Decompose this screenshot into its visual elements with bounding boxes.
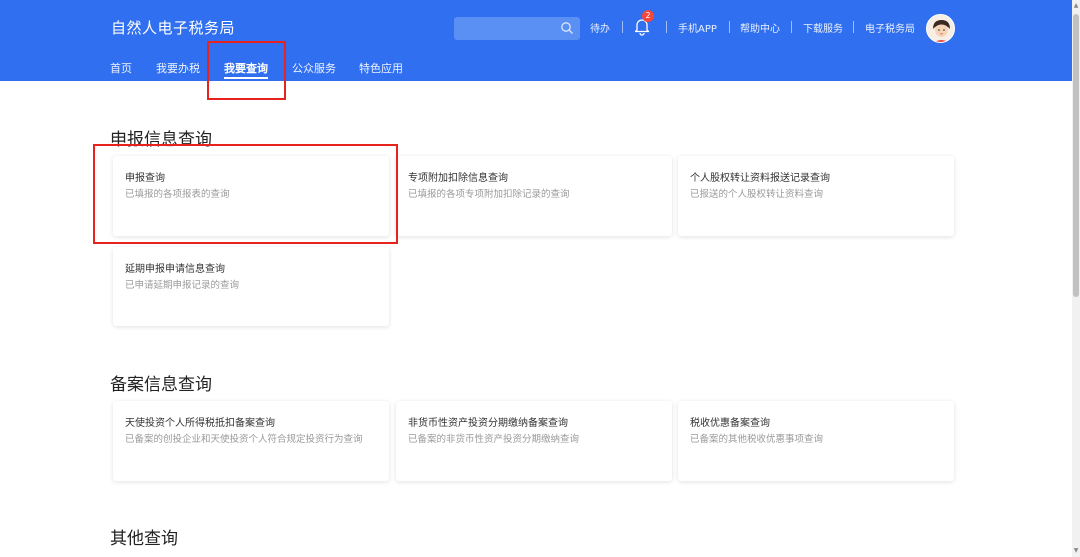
- page: { "header": { "site_title": "自然人电子税务局", …: [0, 0, 1080, 557]
- e-tax-bureau-link[interactable]: 电子税务局: [865, 20, 915, 35]
- card-desc: 已填报的各项专项附加扣除记录的查询: [408, 189, 570, 200]
- card-title: 天使投资个人所得税抵扣备案查询: [125, 418, 275, 429]
- card-tax-incentive-query[interactable]: 税收优惠备案查询 已备案的其他税收优惠事项查询: [678, 401, 954, 481]
- top-header: 自然人电子税务局 待办 2 手机APP 帮助中心 下载服务 电子税务局 首页 我…: [0, 0, 1072, 81]
- card-desc: 已备案的非货币性资产投资分期缴纳查询: [408, 434, 580, 445]
- card-title: 税收优惠备案查询: [690, 418, 770, 429]
- card-deferred-declaration-query[interactable]: 延期申报申请信息查询 已申请延期申报记录的查询: [113, 247, 389, 326]
- card-desc: 已申请延期申报记录的查询: [125, 280, 240, 291]
- pending-link[interactable]: 待办: [590, 20, 610, 35]
- divider: [791, 21, 792, 33]
- divider: [666, 21, 667, 33]
- card-desc: 已备案的创投企业和天使投资个人符合规定投资行为查询: [125, 434, 363, 445]
- notification-badge: 2: [642, 10, 654, 22]
- nav-featured-apps[interactable]: 特色应用: [359, 60, 403, 76]
- divider: [622, 21, 623, 33]
- nav-highlight-box: [207, 41, 286, 100]
- nav-home[interactable]: 首页: [110, 60, 132, 76]
- nav-public-service[interactable]: 公众服务: [292, 60, 336, 76]
- card-desc: 已备案的其他税收优惠事项查询: [690, 434, 824, 445]
- help-center-link[interactable]: 帮助中心: [740, 20, 780, 35]
- scroll-thumb[interactable]: [1073, 14, 1079, 297]
- card-title: 专项附加扣除信息查询: [408, 173, 508, 184]
- site-title[interactable]: 自然人电子税务局: [111, 17, 235, 38]
- card-angel-investment-query[interactable]: 天使投资个人所得税抵扣备案查询 已备案的创投企业和天使投资个人符合规定投资行为查…: [113, 401, 389, 481]
- user-avatar-icon: [927, 15, 954, 42]
- section-title-other: 其他查询: [110, 529, 178, 549]
- avatar[interactable]: [926, 14, 955, 43]
- card-title: 个人股权转让资料报送记录查询: [690, 173, 830, 184]
- divider: [729, 21, 730, 33]
- card-title: 非货币性资产投资分期缴纳备案查询: [408, 418, 568, 429]
- search-input[interactable]: [454, 17, 580, 40]
- card-special-deduction-query[interactable]: 专项附加扣除信息查询 已填报的各项专项附加扣除记录的查询: [396, 156, 672, 236]
- divider: [853, 21, 854, 33]
- card-equity-transfer-query[interactable]: 个人股权转让资料报送记录查询 已报送的个人股权转让资料查询: [678, 156, 954, 236]
- vertical-scrollbar[interactable]: ▲ ▼: [1072, 0, 1080, 557]
- section-title-filing: 备案信息查询: [110, 375, 212, 395]
- search-icon[interactable]: [560, 21, 574, 35]
- card-title: 延期申报申请信息查询: [125, 264, 225, 275]
- card-highlight-box: [93, 144, 398, 244]
- card-non-monetary-asset-query[interactable]: 非货币性资产投资分期缴纳备案查询 已备案的非货币性资产投资分期缴纳查询: [396, 401, 672, 481]
- download-service-link[interactable]: 下载服务: [803, 20, 843, 35]
- mobile-app-link[interactable]: 手机APP: [678, 20, 717, 35]
- nav-tax-handling[interactable]: 我要办税: [156, 60, 200, 76]
- scroll-up-icon[interactable]: ▲: [1073, 2, 1079, 10]
- scroll-down-icon[interactable]: ▼: [1073, 547, 1079, 555]
- card-desc: 已报送的个人股权转让资料查询: [690, 189, 824, 200]
